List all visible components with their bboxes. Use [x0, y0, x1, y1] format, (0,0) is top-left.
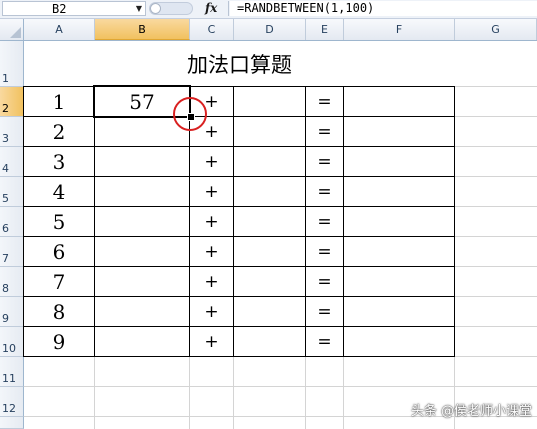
quiz-row: 4 + =	[0, 177, 537, 207]
operand-a-cell[interactable]	[95, 297, 189, 327]
watermark: 头条 @侯老师小课堂	[410, 404, 532, 419]
problem-number[interactable]: 3	[24, 147, 94, 177]
formula-bar: B2 ▼ fx =RANDBETWEEN(1,100)	[0, 0, 537, 19]
operand-b-cell[interactable]	[234, 117, 305, 147]
equals-sign[interactable]: =	[306, 207, 343, 237]
answer-cell[interactable]	[344, 237, 454, 267]
quiz-row: 9 + =	[0, 327, 537, 357]
equals-sign[interactable]: =	[306, 147, 343, 177]
problem-number[interactable]: 4	[24, 177, 94, 207]
column-header-c[interactable]: C	[190, 19, 234, 40]
plus-sign[interactable]: +	[190, 147, 233, 177]
answer-cell[interactable]	[344, 177, 454, 207]
plus-sign[interactable]: +	[190, 177, 233, 207]
answer-cell[interactable]	[344, 87, 454, 117]
answer-cell[interactable]	[344, 117, 454, 147]
operand-b-cell[interactable]	[234, 207, 305, 237]
answer-cell[interactable]	[344, 297, 454, 327]
plus-sign[interactable]: +	[190, 297, 233, 327]
formula-text: =RANDBETWEEN(1,100)	[237, 1, 375, 15]
name-box-value: B2	[52, 2, 67, 16]
operand-b-cell[interactable]	[234, 87, 305, 117]
operand-b-cell[interactable]	[234, 267, 305, 297]
plus-sign[interactable]: +	[190, 207, 233, 237]
row-number: 11	[2, 372, 16, 385]
row-number: 12	[2, 402, 16, 415]
answer-cell[interactable]	[344, 147, 454, 177]
operand-a-cell[interactable]	[95, 177, 189, 207]
column-header-g[interactable]: G	[455, 19, 537, 40]
operand-b-cell[interactable]	[234, 297, 305, 327]
equals-sign[interactable]: =	[306, 177, 343, 207]
equals-sign[interactable]: =	[306, 117, 343, 147]
select-all-button[interactable]	[0, 19, 24, 40]
column-header-a[interactable]: A	[24, 19, 95, 40]
problem-number[interactable]: 9	[24, 327, 94, 357]
row-header-12[interactable]: 12	[0, 387, 24, 417]
plus-sign[interactable]: +	[190, 267, 233, 297]
plus-sign[interactable]: +	[190, 237, 233, 267]
plus-sign[interactable]: +	[190, 327, 233, 357]
equals-sign[interactable]: =	[306, 297, 343, 327]
formula-bar-splitter[interactable]	[149, 2, 193, 15]
operand-a-cell[interactable]	[95, 237, 189, 267]
sheet-title[interactable]: 加法口算题	[24, 41, 455, 87]
operand-b-cell[interactable]	[234, 147, 305, 177]
row-number: 1	[2, 72, 9, 85]
select-all-triangle-icon	[10, 27, 21, 38]
column-header-bar: A B C D E F G	[0, 19, 537, 41]
equals-sign[interactable]: =	[306, 237, 343, 267]
row-header-13[interactable]	[0, 417, 24, 429]
problem-number[interactable]: 2	[24, 117, 94, 147]
equals-sign[interactable]: =	[306, 87, 343, 117]
operand-b-cell[interactable]	[234, 237, 305, 267]
operand-a-cell[interactable]	[95, 327, 189, 357]
answer-cell[interactable]	[344, 267, 454, 297]
row-header-11[interactable]: 11	[0, 357, 24, 387]
chevron-down-icon[interactable]: ▼	[136, 2, 142, 16]
quiz-row: 7 + =	[0, 267, 537, 297]
problem-number[interactable]: 7	[24, 267, 94, 297]
operand-a-cell[interactable]	[95, 147, 189, 177]
quiz-row: 1 57 + =	[0, 87, 537, 117]
answer-cell[interactable]	[344, 207, 454, 237]
operand-a-cell[interactable]	[95, 267, 189, 297]
divider	[228, 1, 229, 16]
problem-number[interactable]: 8	[24, 297, 94, 327]
column-header-f[interactable]: F	[344, 19, 455, 40]
operand-a-cell[interactable]	[95, 207, 189, 237]
operand-b-cell[interactable]	[234, 177, 305, 207]
quiz-row: 2 + =	[0, 117, 537, 147]
annotation-circle	[173, 97, 207, 131]
equals-sign[interactable]: =	[306, 267, 343, 297]
column-header-b[interactable]: B	[95, 19, 190, 40]
splitter-handle-icon[interactable]	[150, 3, 161, 14]
column-header-e[interactable]: E	[306, 19, 344, 40]
quiz-row: 5 + =	[0, 207, 537, 237]
quiz-row: 3 + =	[0, 147, 537, 177]
name-box[interactable]: B2 ▼	[2, 1, 146, 16]
problem-number[interactable]: 5	[24, 207, 94, 237]
equals-sign[interactable]: =	[306, 327, 343, 357]
problem-number[interactable]: 1	[24, 87, 94, 117]
row-header-1[interactable]: 1	[0, 41, 24, 87]
operand-b-cell[interactable]	[234, 327, 305, 357]
insert-function-button[interactable]: fx	[205, 0, 217, 17]
answer-cell[interactable]	[344, 327, 454, 357]
quiz-row: 6 + =	[0, 237, 537, 267]
formula-input[interactable]: =RANDBETWEEN(1,100)	[230, 1, 537, 16]
column-header-d[interactable]: D	[234, 19, 306, 40]
quiz-row: 8 + =	[0, 297, 537, 327]
problem-number[interactable]: 6	[24, 237, 94, 267]
